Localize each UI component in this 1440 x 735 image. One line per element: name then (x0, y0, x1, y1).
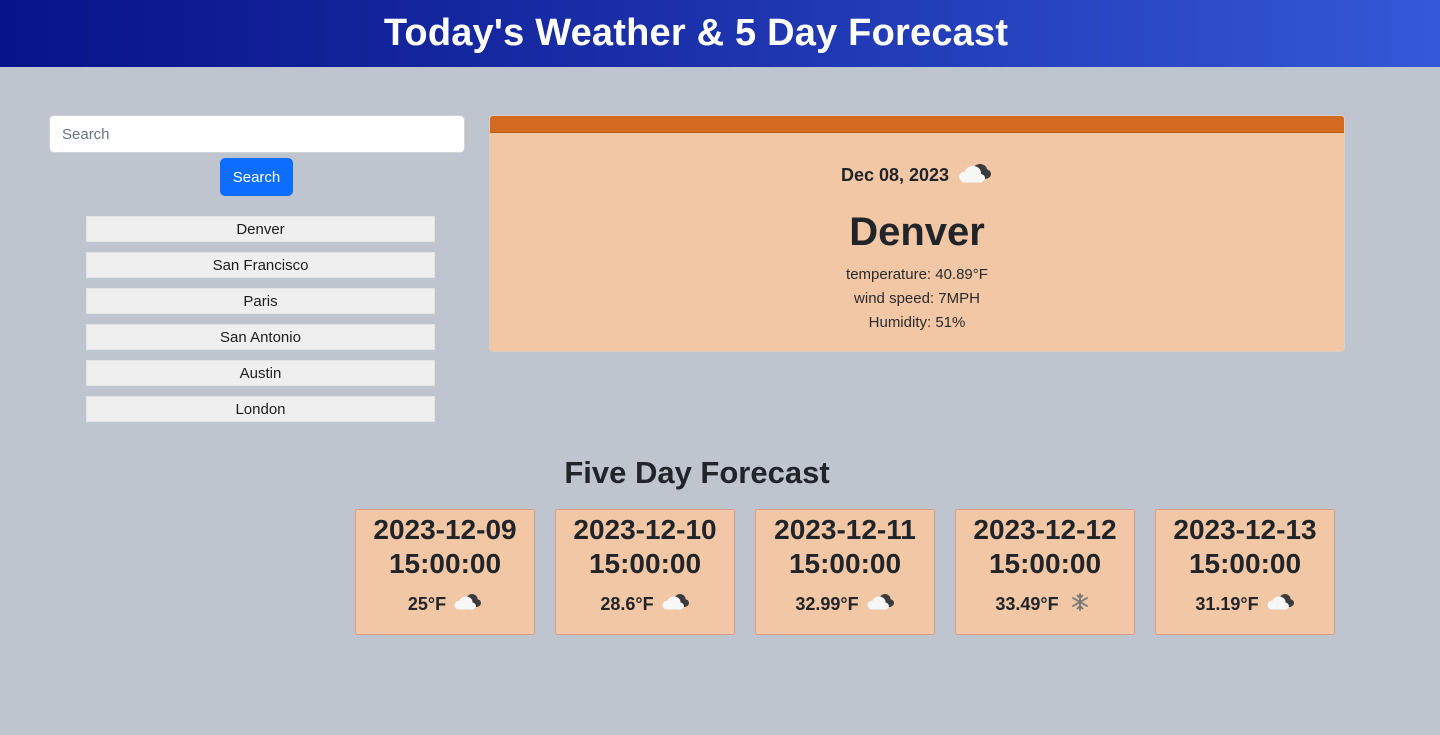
search-button[interactable]: Search (220, 158, 293, 196)
forecast-card: 2023-12-10 15:00:00 28.6°F (555, 509, 735, 635)
cloudy-icon (452, 591, 482, 618)
history-item-austin[interactable]: Austin (86, 360, 435, 386)
forecast-title: Five Day Forecast (564, 455, 830, 490)
forecast-card: 2023-12-13 15:00:00 31.19°F (1155, 509, 1335, 635)
page-title: Today's Weather & 5 Day Forecast (383, 12, 1009, 54)
forecast-temp: 33.49°F (995, 594, 1059, 614)
forecast-card: 2023-12-11 15:00:00 32.99°F (755, 509, 935, 635)
cloudy-icon (660, 591, 690, 618)
forecast-date: 2023-12-12 15:00:00 (973, 514, 1117, 579)
current-city: Denver (849, 210, 985, 254)
current-humidity: Humidity: 51% (868, 314, 966, 331)
forecast-date: 2023-12-11 15:00:00 (774, 514, 916, 579)
forecast-cards: 2023-12-09 15:00:00 25°F 2023-12-10 15:0… (355, 509, 1335, 635)
forecast-date: 2023-12-13 15:00:00 (1173, 514, 1317, 579)
current-date-row: Dec 08, 2023 (490, 160, 1344, 191)
page-header: Today's Weather & 5 Day Forecast (0, 0, 1440, 67)
current-date: Dec 08, 2023 (840, 165, 950, 185)
forecast-temp: 32.99°F (795, 594, 859, 614)
cloudy-icon (955, 160, 993, 191)
current-weather-card: Dec 08, 2023 Denver temperature: 40.89°F… (489, 115, 1345, 352)
search-input[interactable] (49, 115, 465, 153)
current-wind-speed: wind speed: 7MPH (854, 290, 980, 307)
snow-icon (1065, 591, 1095, 618)
card-header-bar (490, 116, 1344, 133)
cloudy-icon (865, 591, 895, 618)
forecast-temp: 25°F (407, 594, 447, 614)
history-item-paris[interactable]: Paris (86, 288, 435, 314)
forecast-temp: 28.6°F (600, 594, 654, 614)
search-history-list: Denver San Francisco Paris San Antonio A… (86, 216, 435, 432)
current-temperature: temperature: 40.89°F (846, 266, 988, 283)
cloudy-icon (1265, 591, 1295, 618)
history-item-san-antonio[interactable]: San Antonio (86, 324, 435, 350)
history-item-san-francisco[interactable]: San Francisco (86, 252, 435, 278)
forecast-date: 2023-12-09 15:00:00 (373, 514, 517, 579)
forecast-temp: 31.19°F (1195, 594, 1259, 614)
forecast-card: 2023-12-12 15:00:00 33.49°F (955, 509, 1135, 635)
history-item-denver[interactable]: Denver (86, 216, 435, 242)
forecast-date: 2023-12-10 15:00:00 (573, 514, 717, 579)
forecast-card: 2023-12-09 15:00:00 25°F (355, 509, 535, 635)
history-item-london[interactable]: London (86, 396, 435, 422)
